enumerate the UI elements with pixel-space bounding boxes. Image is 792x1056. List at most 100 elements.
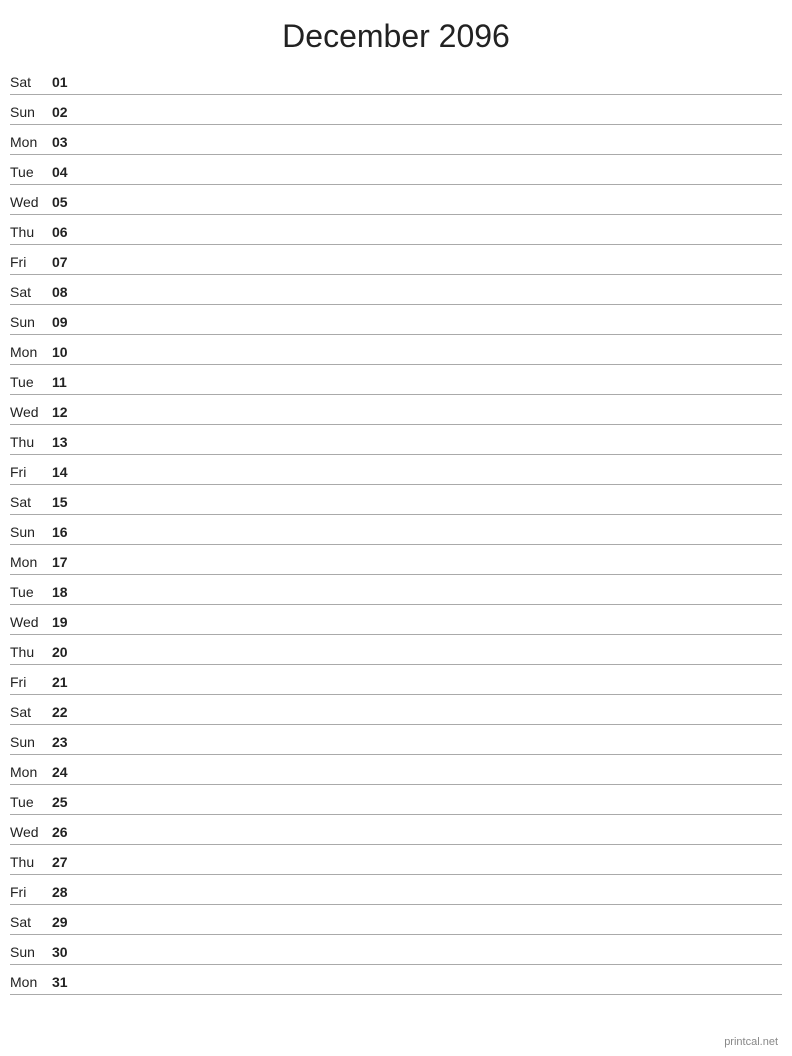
day-name: Sat — [10, 704, 52, 722]
day-number: 01 — [52, 74, 80, 92]
day-number: 11 — [52, 374, 80, 392]
page-title: December 2096 — [0, 0, 792, 65]
day-number: 06 — [52, 224, 80, 242]
day-row: Sun16 — [10, 515, 782, 545]
day-number: 21 — [52, 674, 80, 692]
day-line — [80, 541, 782, 542]
day-name: Wed — [10, 614, 52, 632]
day-number: 14 — [52, 464, 80, 482]
day-name: Sun — [10, 104, 52, 122]
calendar-container: Sat01Sun02Mon03Tue04Wed05Thu06Fri07Sat08… — [0, 65, 792, 995]
day-number: 29 — [52, 914, 80, 932]
day-name: Mon — [10, 554, 52, 572]
day-name: Sat — [10, 284, 52, 302]
day-number: 20 — [52, 644, 80, 662]
day-line — [80, 631, 782, 632]
day-row: Mon24 — [10, 755, 782, 785]
day-line — [80, 301, 782, 302]
day-row: Mon31 — [10, 965, 782, 995]
day-row: Sun30 — [10, 935, 782, 965]
day-line — [80, 961, 782, 962]
day-line — [80, 91, 782, 92]
day-row: Wed05 — [10, 185, 782, 215]
day-row: Sun23 — [10, 725, 782, 755]
day-name: Tue — [10, 794, 52, 812]
day-name: Sun — [10, 314, 52, 332]
day-row: Sat08 — [10, 275, 782, 305]
day-row: Thu06 — [10, 215, 782, 245]
day-row: Wed26 — [10, 815, 782, 845]
day-row: Sat01 — [10, 65, 782, 95]
day-number: 04 — [52, 164, 80, 182]
day-line — [80, 601, 782, 602]
day-line — [80, 151, 782, 152]
day-line — [80, 241, 782, 242]
day-line — [80, 211, 782, 212]
day-line — [80, 781, 782, 782]
day-number: 19 — [52, 614, 80, 632]
day-line — [80, 421, 782, 422]
day-line — [80, 871, 782, 872]
day-name: Mon — [10, 134, 52, 152]
day-name: Sat — [10, 914, 52, 932]
day-name: Sun — [10, 734, 52, 752]
day-line — [80, 661, 782, 662]
day-row: Fri21 — [10, 665, 782, 695]
day-number: 25 — [52, 794, 80, 812]
day-number: 22 — [52, 704, 80, 722]
day-line — [80, 931, 782, 932]
day-row: Fri14 — [10, 455, 782, 485]
day-row: Sun02 — [10, 95, 782, 125]
day-name: Wed — [10, 194, 52, 212]
day-row: Fri28 — [10, 875, 782, 905]
day-name: Thu — [10, 644, 52, 662]
day-row: Thu27 — [10, 845, 782, 875]
day-number: 24 — [52, 764, 80, 782]
day-row: Sat15 — [10, 485, 782, 515]
day-number: 12 — [52, 404, 80, 422]
day-line — [80, 571, 782, 572]
day-row: Wed19 — [10, 605, 782, 635]
day-name: Tue — [10, 584, 52, 602]
day-number: 23 — [52, 734, 80, 752]
day-line — [80, 901, 782, 902]
day-line — [80, 331, 782, 332]
day-row: Tue25 — [10, 785, 782, 815]
day-number: 31 — [52, 974, 80, 992]
day-name: Wed — [10, 404, 52, 422]
day-line — [80, 391, 782, 392]
day-name: Thu — [10, 434, 52, 452]
day-row: Mon03 — [10, 125, 782, 155]
day-row: Thu13 — [10, 425, 782, 455]
day-number: 05 — [52, 194, 80, 212]
day-line — [80, 271, 782, 272]
day-name: Tue — [10, 374, 52, 392]
day-name: Fri — [10, 254, 52, 272]
day-name: Wed — [10, 824, 52, 842]
day-line — [80, 451, 782, 452]
day-line — [80, 841, 782, 842]
day-name: Sun — [10, 944, 52, 962]
day-row: Wed12 — [10, 395, 782, 425]
day-name: Fri — [10, 884, 52, 902]
day-name: Sat — [10, 494, 52, 512]
day-line — [80, 721, 782, 722]
day-name: Tue — [10, 164, 52, 182]
day-name: Sun — [10, 524, 52, 542]
day-name: Sat — [10, 74, 52, 92]
day-line — [80, 511, 782, 512]
day-line — [80, 751, 782, 752]
day-number: 27 — [52, 854, 80, 872]
day-name: Thu — [10, 224, 52, 242]
day-line — [80, 361, 782, 362]
day-number: 15 — [52, 494, 80, 512]
day-line — [80, 481, 782, 482]
day-number: 02 — [52, 104, 80, 122]
day-row: Sat29 — [10, 905, 782, 935]
day-row: Tue18 — [10, 575, 782, 605]
day-number: 09 — [52, 314, 80, 332]
day-row: Mon10 — [10, 335, 782, 365]
day-line — [80, 811, 782, 812]
day-number: 16 — [52, 524, 80, 542]
day-number: 17 — [52, 554, 80, 572]
